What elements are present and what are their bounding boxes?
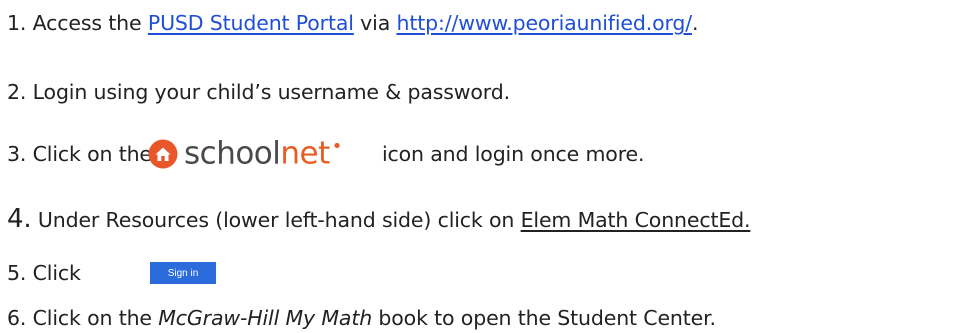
step-6: 6. Click on the McGraw-Hill My Math book… [7,308,716,329]
step-2: 2. Login using your child’s username & p… [7,82,510,103]
step-5: 5. Click [7,263,81,284]
step-text: Click on the [32,306,159,330]
pusd-student-portal-link[interactable]: PUSD Student Portal [148,11,354,35]
step-number: 6. [7,306,27,330]
step-number: 2. [7,80,27,104]
step-number: 1. [7,11,27,35]
peoria-unified-url-link[interactable]: http://www.peoriaunified.org/ [397,11,693,35]
sign-in-button[interactable]: Sign in [150,262,216,284]
step-number: 3. [7,142,27,166]
step-number: 4. [7,204,32,234]
step-text: Click [32,261,81,285]
step-text: book to open the Student Center. [372,306,716,330]
step-text: icon and login once more. [382,142,645,166]
schoolnet-wordmark: schoolnet • [184,135,342,172]
elem-math-connected-link[interactable]: Elem Math ConnectEd. [521,208,751,232]
step-number: 5. [7,261,27,285]
schoolnet-logo: schoolnet • [148,136,342,172]
step-3-continued: icon and login once more. [382,142,645,166]
book-title: McGraw-Hill My Math [158,306,373,330]
house-icon [148,139,178,169]
step-4: 4. Under Resources (lower left-hand side… [7,204,751,234]
step-1: 1. Access the PUSD Student Portal via ht… [7,11,699,35]
step-text: . [692,11,699,35]
step-text: via [353,11,397,35]
step-text: Login using your child’s username & pass… [32,80,510,104]
step-text: Click on the [32,142,152,166]
step-text: Access the [32,11,148,35]
step-3: 3. Click on the [7,144,152,165]
step-text: Under Resources (lower left-hand side) c… [37,208,521,232]
